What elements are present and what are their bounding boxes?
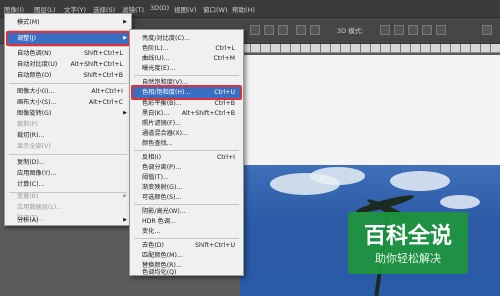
menu-item-calculations[interactable]: 计算(C)... — [5, 179, 131, 190]
menu-separator — [9, 83, 127, 84]
menu-window[interactable]: 窗口(W) — [203, 4, 228, 14]
canvas-top — [240, 55, 500, 165]
align-icon[interactable] — [278, 25, 288, 35]
menu-separator — [134, 150, 239, 151]
menu-help[interactable]: 帮助(H) — [232, 4, 255, 14]
submenu-arrow-icon: ▶ — [123, 19, 127, 25]
menu-separator — [134, 204, 239, 205]
menu-separator — [134, 238, 239, 239]
menu-item-duplicate[interactable]: 复制(D)... — [5, 157, 131, 168]
menu-item-apply-data-set[interactable]: 应用数据组(L)... — [5, 202, 131, 213]
menu-item-crop[interactable]: 裁剪(P) — [5, 119, 131, 130]
menu-item-auto-tone[interactable]: 自动色调(N) Shift+Ctrl+L — [5, 48, 131, 59]
cloud — [390, 171, 450, 191]
menu-item-mode[interactable]: 模式(M) ▶ — [5, 17, 131, 28]
menu-item-analysis[interactable]: 分析(A) ▶ — [5, 215, 131, 226]
menu-item-auto-contrast[interactable]: 自动对比度(U) Alt+Shift+Ctrl+L — [5, 59, 131, 70]
3d-scale-icon[interactable] — [436, 25, 446, 35]
submenu-arrow-icon: ▶ — [123, 217, 127, 223]
adjustments-submenu: 亮度/对比度(C)... 色阶(L)... Ctrl+L 曲线(U)... Ctrl… — [129, 29, 244, 276]
align-icon[interactable] — [250, 25, 260, 35]
menu-separator — [9, 154, 127, 155]
3d-pan-icon[interactable] — [408, 25, 418, 35]
menu-view[interactable]: 视图(V) — [174, 4, 197, 14]
menu-item-trim[interactable]: 裁切(R)... — [5, 130, 131, 141]
menu-3d[interactable]: 3D(D) — [150, 4, 169, 12]
menu-item-reveal-all[interactable]: 显示全部(V) — [5, 141, 131, 152]
menu-item-canvas-size[interactable]: 画布大小(S)... Alt+Ctrl+C — [5, 97, 131, 108]
cloud — [310, 167, 365, 185]
menu-item-variables[interactable]: 变量(B) ▶ — [5, 191, 131, 202]
3d-rotate-icon[interactable] — [380, 25, 390, 35]
distribute-icon[interactable] — [310, 25, 320, 35]
cloud — [440, 195, 480, 209]
3d-mode-label: 3D 模式: — [337, 27, 364, 35]
image-menu: 模式(M) ▶ 调整(J) ▶ 自动色调(N) Shift+Ctrl+L 自动对比度(… — [4, 13, 132, 226]
menu-item-selective-color[interactable]: 可选颜色(S)... — [130, 192, 243, 203]
workspace-icon[interactable] — [482, 25, 492, 35]
3d-roll-icon[interactable] — [394, 25, 404, 35]
submenu-arrow-icon: ▶ — [123, 110, 127, 116]
menu-item-image-size[interactable]: 图像大小(I)... Alt+Ctrl+I — [5, 86, 131, 97]
menu-item-exposure[interactable]: 曝光度(E)... — [130, 63, 243, 74]
menu-item-variations[interactable]: 变化... — [130, 226, 243, 237]
watermark: 百科全说 助你轻松解决 — [348, 212, 468, 274]
menu-item-hue-saturation[interactable]: 色相/饱和度(H)... Ctrl+U — [130, 87, 243, 98]
menu-item-color-lookup[interactable]: 颜色查找... — [130, 138, 243, 149]
menu-separator — [9, 46, 127, 47]
menu-item-adjustments[interactable]: 调整(J) ▶ — [5, 33, 131, 44]
align-icon[interactable] — [264, 25, 274, 35]
menu-item-image-rotation[interactable]: 图像旋转(G) ▶ — [5, 108, 131, 119]
distribute-icon[interactable] — [296, 25, 306, 35]
menu-item-apply-image[interactable]: 应用图像(Y)... — [5, 168, 131, 179]
3d-slide-icon[interactable] — [422, 25, 432, 35]
menu-item-auto-color[interactable]: 自动颜色(O) Shift+Ctrl+B — [5, 70, 131, 81]
submenu-arrow-icon: ▶ — [123, 35, 127, 41]
watermark-subtitle: 助你轻松解决 — [375, 252, 441, 265]
menu-item-equalize[interactable]: 色调均化(Q) — [130, 267, 243, 278]
submenu-arrow-icon: ▶ — [123, 193, 127, 199]
watermark-title: 百科全说 — [363, 224, 452, 249]
menu-separator — [134, 75, 239, 76]
